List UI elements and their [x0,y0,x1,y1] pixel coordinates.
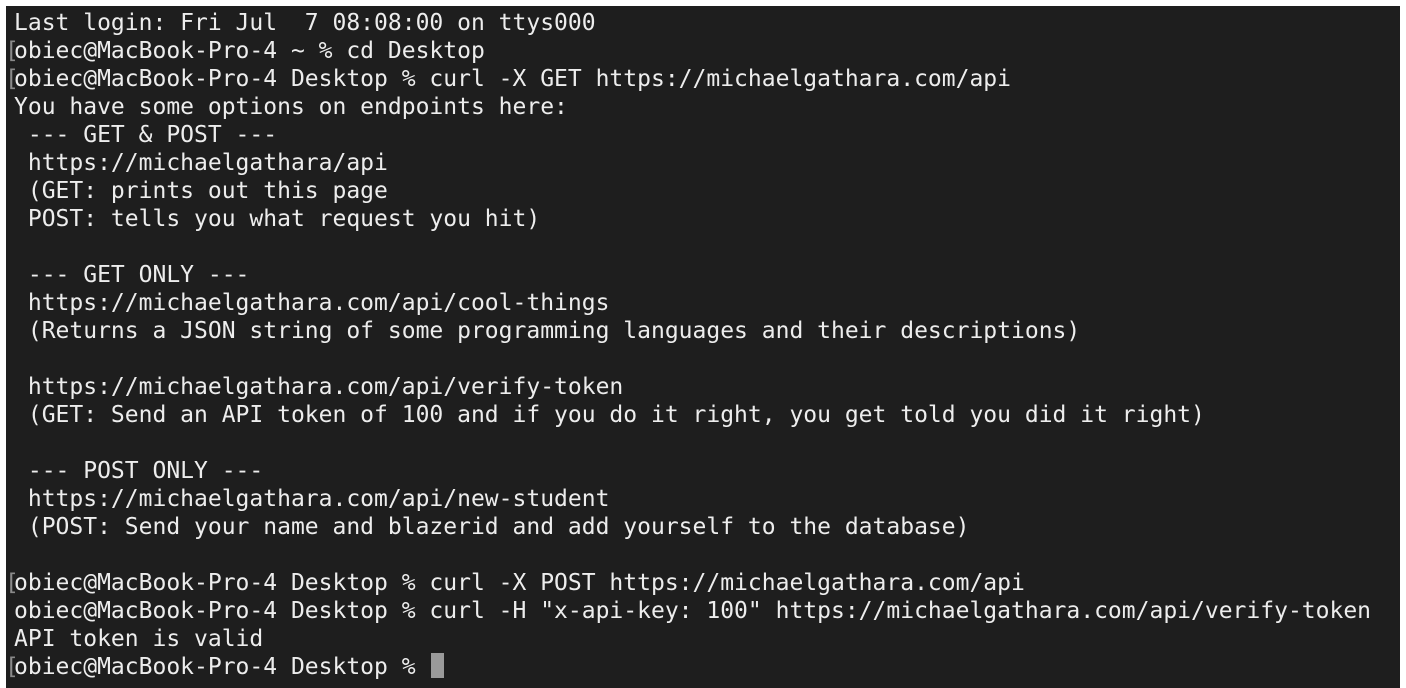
terminal-line: [obiec@MacBook-Pro-4 ~ % cd Desktop [6,37,1371,65]
line-text: (GET: Send an API token of 100 and if yo… [14,402,1205,428]
line-text: https://michaelgathara.com/api/verify-to… [14,374,624,400]
prompt-mark: [ [6,654,19,680]
terminal-line: (Returns a JSON string of some programmi… [14,317,1371,345]
text-cursor[interactable] [431,653,445,678]
line-text: obiec@MacBook-Pro-4 Desktop % curl -H "x… [14,598,1372,624]
line-text: POST: tells you what request you hit) [14,206,541,232]
terminal-line: https://michaelgathara.com/api/cool-thin… [14,289,1371,317]
line-text: API token is valid [14,626,264,652]
terminal-line: You have some options on endpoints here: [14,93,1371,121]
line-text: https://michaelgathara.com/api/new-stude… [14,486,610,512]
terminal-line: (POST: Send your name and blazerid and a… [14,513,1371,541]
terminal-prompt-line[interactable]: [obiec@MacBook-Pro-4 Desktop % [6,653,1371,681]
line-text: obiec@MacBook-Pro-4 Desktop % curl -X PO… [14,570,1025,596]
terminal-line: --- GET ONLY --- [14,261,1371,289]
terminal-line: API token is valid [14,625,1371,653]
terminal-window[interactable]: Last login: Fri Jul 7 08:08:00 on ttys00… [6,6,1400,688]
line-text: Last login: Fri Jul 7 08:08:00 on ttys00… [14,10,596,36]
terminal-line: (GET: Send an API token of 100 and if yo… [14,401,1371,429]
line-text: (POST: Send your name and blazerid and a… [14,514,970,540]
terminal-line: [obiec@MacBook-Pro-4 Desktop % curl -X P… [6,569,1371,597]
line-text: https://michaelgathara.com/api/cool-thin… [14,290,610,316]
terminal-line: https://michaelgathara.com/api/verify-to… [14,373,1371,401]
prompt-text: obiec@MacBook-Pro-4 Desktop % [14,654,430,680]
terminal-line: https://michaelgathara.com/api/new-stude… [14,485,1371,513]
terminal-line: Last login: Fri Jul 7 08:08:00 on ttys00… [14,9,1371,37]
terminal-line: [obiec@MacBook-Pro-4 Desktop % curl -X G… [6,65,1371,93]
line-text: (Returns a JSON string of some programmi… [14,318,1081,344]
prompt-mark: [ [6,66,19,92]
line-text: (GET: prints out this page [14,178,388,204]
line-text: obiec@MacBook-Pro-4 ~ % cd Desktop [14,38,485,64]
terminal-output: Last login: Fri Jul 7 08:08:00 on ttys00… [6,9,1371,681]
prompt-mark: [ [6,570,19,596]
line-text: --- GET & POST --- [14,122,278,148]
terminal-line: POST: tells you what request you hit) [14,205,1371,233]
terminal-line: --- POST ONLY --- [14,457,1371,485]
terminal-line: https://michaelgathara/api [14,149,1371,177]
prompt-mark: [ [6,38,19,64]
line-text: obiec@MacBook-Pro-4 Desktop % curl -X GE… [14,66,1011,92]
terminal-line: --- GET & POST --- [14,121,1371,149]
line-text: --- POST ONLY --- [14,458,264,484]
line-text: https://michaelgathara/api [14,150,388,176]
line-text: You have some options on endpoints here: [14,94,568,120]
terminal-line: (GET: prints out this page [14,177,1371,205]
line-text: --- GET ONLY --- [14,262,250,288]
terminal-line: obiec@MacBook-Pro-4 Desktop % curl -H "x… [14,597,1371,625]
